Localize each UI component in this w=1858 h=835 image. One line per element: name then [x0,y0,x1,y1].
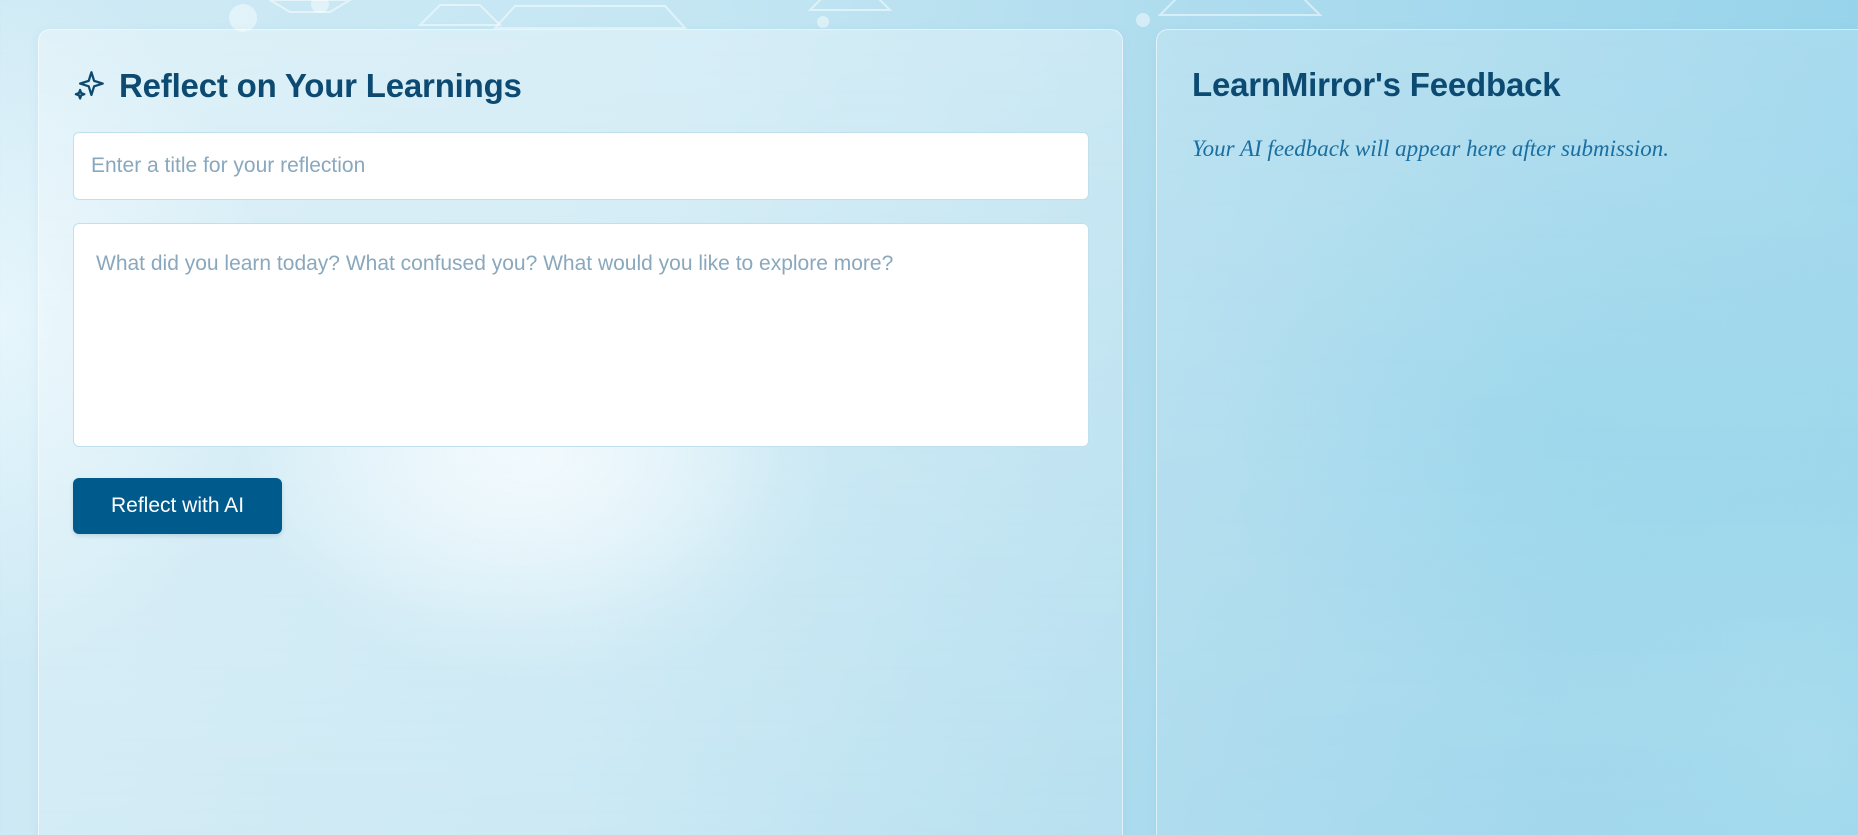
reflection-panel-title: Reflect on Your Learnings [73,68,522,102]
reflect-with-ai-button[interactable]: Reflect with AI [73,478,282,534]
reflection-title-input[interactable] [73,132,1089,200]
feedback-placeholder-text: Your AI feedback will appear here after … [1192,136,1670,161]
reflection-panel: Reflect on Your Learnings Reflect with A… [38,29,1123,835]
reflection-body-textarea[interactable] [73,223,1089,447]
reflection-panel-title-text: Reflect on Your Learnings [119,66,522,104]
feedback-panel-title: LearnMirror's Feedback [1192,66,1561,103]
sparkles-icon [73,68,107,102]
feedback-panel: LearnMirror's Feedback Your AI feedback … [1156,29,1858,835]
